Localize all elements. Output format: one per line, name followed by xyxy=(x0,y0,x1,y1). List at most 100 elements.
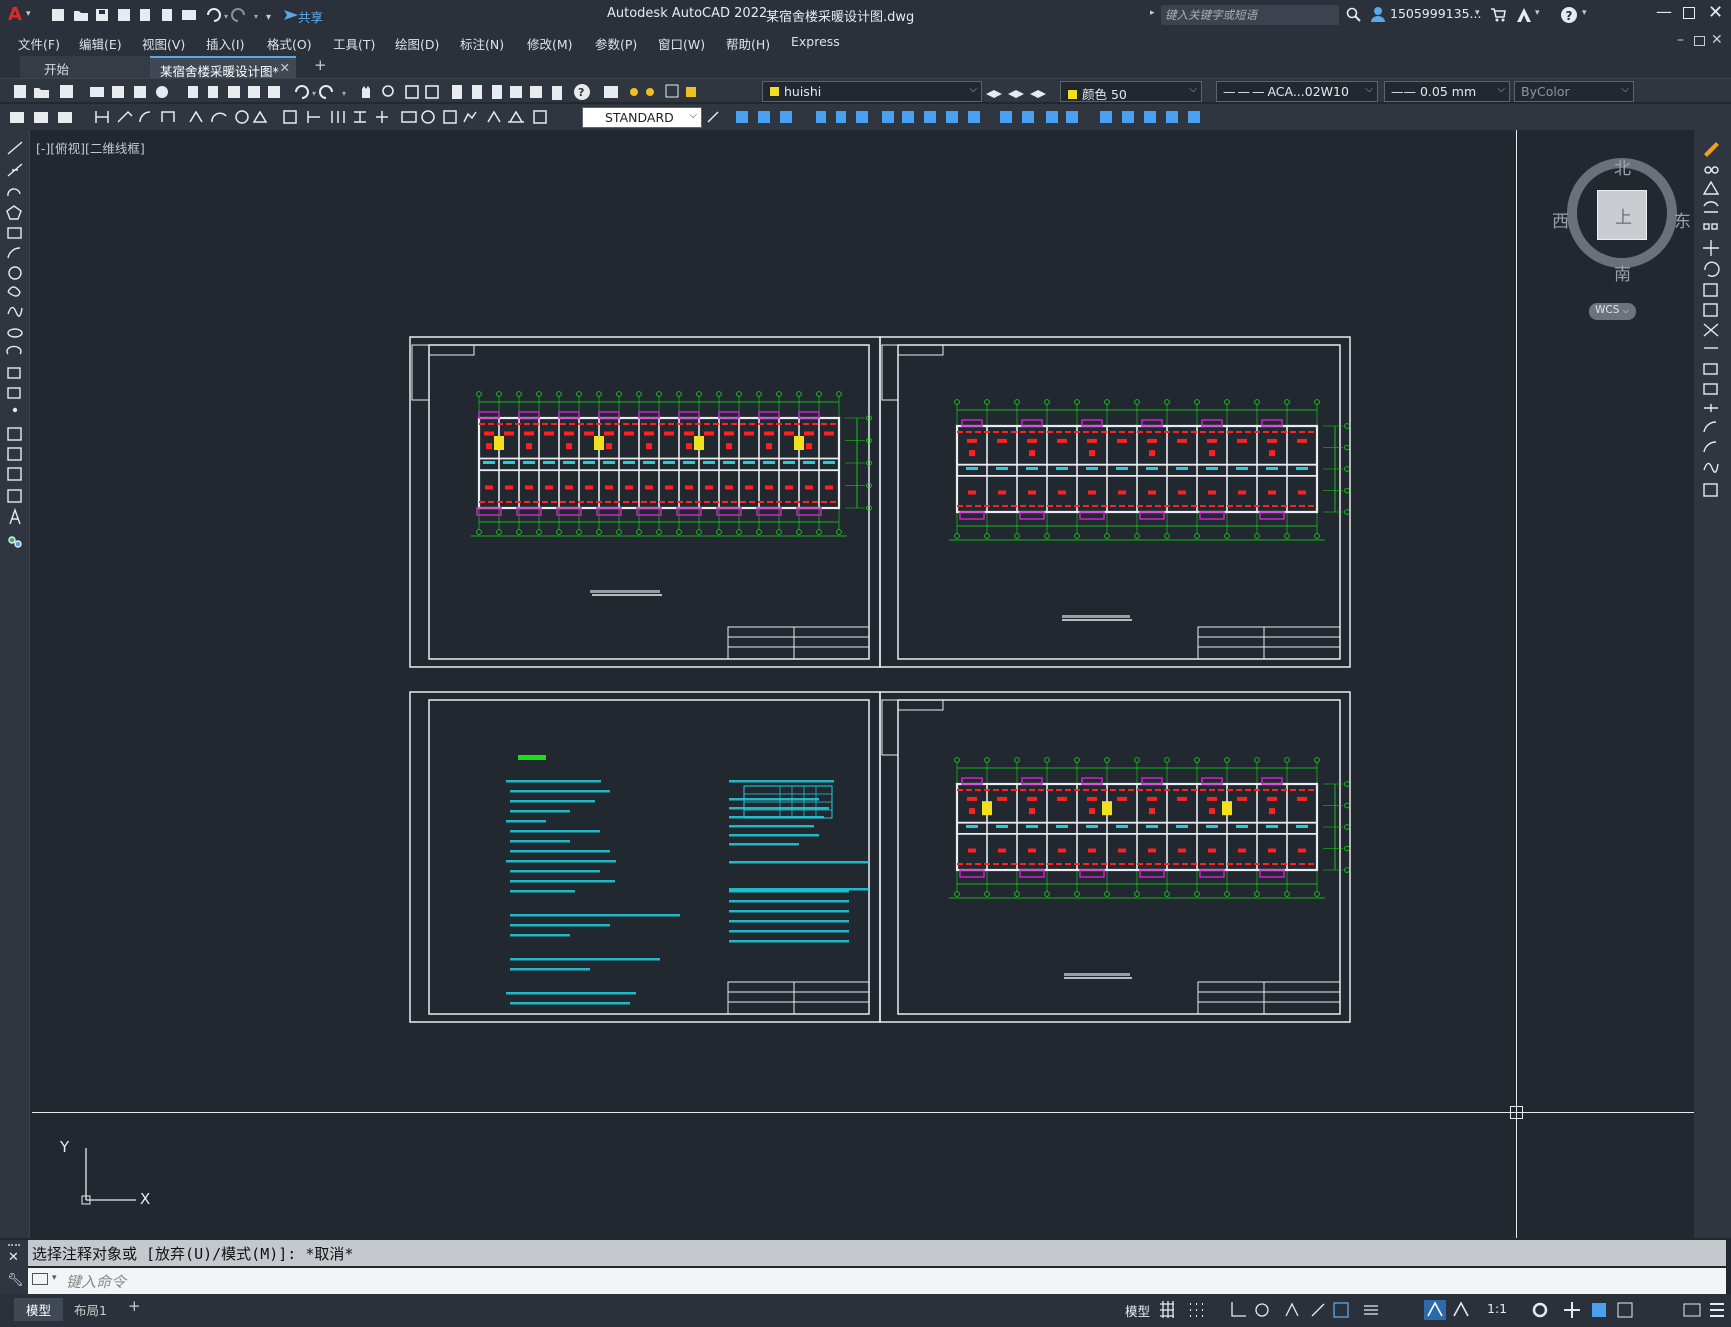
menu-dimension[interactable]: 标注(N) xyxy=(460,34,504,53)
annotation-scale[interactable]: 1:1 xyxy=(1487,1301,1507,1316)
maximize-button[interactable] xyxy=(1683,7,1695,19)
save-web-icon xyxy=(162,9,172,21)
close-window-button[interactable]: ✕ xyxy=(1708,2,1723,23)
svg-text:▾: ▾ xyxy=(312,89,316,98)
gear-icon xyxy=(1532,1302,1548,1318)
dimension-toolbar: STANDARD ⌵ xyxy=(0,104,1731,130)
plotstyle-dropdown[interactable]: ByColor ⌵ xyxy=(1514,81,1634,102)
modify-tool-icons[interactable] xyxy=(706,108,1216,126)
doc-close-button[interactable]: ✕ xyxy=(1711,32,1723,48)
close-command-icon[interactable]: ✕ xyxy=(8,1250,19,1265)
standard-toolbar: ▾ ▾ ? huishi ⌵ 颜色 50 ⌵ — — — ACA...02W10… xyxy=(0,78,1731,102)
tab-layout1[interactable]: 布局1 xyxy=(74,1300,107,1319)
linetype-dropdown[interactable]: — — — ACA...02W10 ⌵ xyxy=(1216,81,1378,102)
saveas-icon xyxy=(118,9,130,21)
status-right-icons[interactable] xyxy=(1530,1299,1730,1321)
menu-help[interactable]: 帮助(H) xyxy=(726,34,770,53)
command-prompt-icon[interactable] xyxy=(32,1273,48,1285)
menu-format[interactable]: 格式(O) xyxy=(267,34,312,53)
drawing-canvas[interactable]: [-][俯视][二维线框] 上 北 南 东 西 WCS ⌵ Y X xyxy=(32,130,1694,1238)
viewcube[interactable]: 上 北 南 东 西 xyxy=(1552,150,1692,300)
menu-file[interactable]: 文件(F) xyxy=(18,34,60,53)
model-space-button[interactable]: 模型 xyxy=(1125,1301,1150,1320)
modify-side-icons[interactable] xyxy=(1702,140,1724,670)
compass-south[interactable]: 南 xyxy=(1614,260,1631,285)
svg-text:▾: ▾ xyxy=(342,89,346,98)
extents-line-vertical xyxy=(1516,130,1517,1238)
quick-access-toolbar: ▾ ▾ ▾ xyxy=(52,7,312,27)
draw-tool-icons[interactable] xyxy=(6,140,26,610)
command-line-handle[interactable]: ✕ 🔧︎ xyxy=(0,1240,28,1294)
close-tab-icon[interactable]: ✕ xyxy=(280,60,290,75)
menu-modify[interactable]: 修改(M) xyxy=(527,34,573,53)
tab-model[interactable]: 模型 xyxy=(14,1298,64,1321)
search-expand-icon[interactable]: ▸ xyxy=(1150,8,1155,18)
new-icon xyxy=(52,9,64,21)
ucs-x-label: X xyxy=(140,1190,151,1208)
sheet-floor-plan-3 xyxy=(879,691,1351,1023)
add-layout-button[interactable]: + xyxy=(128,1297,141,1315)
app-chevron-icon[interactable]: ▾ xyxy=(1535,8,1540,18)
sheet-floor-plan-1 xyxy=(409,336,881,668)
doc-minimize-button[interactable]: – xyxy=(1677,32,1684,48)
color-dropdown[interactable]: 颜色 50 ⌵ xyxy=(1060,81,1202,102)
command-history: 选择注释对象或 [放弃(U)/模式(M)]: *取消* xyxy=(28,1240,1726,1266)
compass-north[interactable]: 北 xyxy=(1614,154,1631,179)
lineweight-dropdown[interactable]: —— 0.05 mm ⌵ xyxy=(1384,81,1510,102)
chevron-down-icon: ⌵ xyxy=(969,84,977,95)
user-icon[interactable] xyxy=(1370,6,1386,22)
menu-view[interactable]: 视图(V) xyxy=(142,34,185,53)
user-account[interactable]: 1505999135... xyxy=(1390,6,1481,21)
help-icon[interactable]: ? xyxy=(1560,6,1578,24)
redo-icon xyxy=(231,8,245,22)
search-input[interactable]: 键入关键字或短语 xyxy=(1161,5,1339,25)
tab-start[interactable]: 开始 xyxy=(20,56,150,78)
command-input[interactable]: ▾ 键入命令 xyxy=(28,1268,1726,1294)
menu-draw[interactable]: 绘图(D) xyxy=(395,34,439,53)
autodesk-app-icon[interactable] xyxy=(1515,6,1533,24)
compass-west[interactable]: 西 xyxy=(1552,207,1569,232)
menu-edit[interactable]: 编辑(E) xyxy=(79,34,122,53)
status-tool-icons[interactable] xyxy=(1158,1300,1588,1320)
menu-express[interactable]: Express xyxy=(791,34,840,49)
chevron-down-icon: ⌵ xyxy=(689,110,697,121)
viewcube-top-face[interactable]: 上 xyxy=(1597,190,1647,240)
svg-text:?: ? xyxy=(578,86,584,99)
sheet-floor-plan-2 xyxy=(879,336,1351,668)
wcs-menu-button[interactable]: WCS ⌵ xyxy=(1589,303,1636,320)
menu-window[interactable]: 窗口(W) xyxy=(658,34,705,53)
menu-bar: 文件(F) 编辑(E) 视图(V) 插入(I) 格式(O) 工具(T) 绘图(D… xyxy=(0,30,1731,54)
textstyle-dropdown[interactable]: STANDARD ⌵ xyxy=(582,107,702,128)
user-chevron-icon[interactable]: ▾ xyxy=(1475,8,1480,18)
share-button[interactable]: 共享 xyxy=(298,7,323,26)
minimize-button[interactable]: — xyxy=(1656,2,1672,21)
share-icon xyxy=(284,10,298,20)
color-swatch xyxy=(1067,89,1078,100)
menu-parametric[interactable]: 参数(P) xyxy=(595,34,637,53)
doc-restore-button[interactable] xyxy=(1694,36,1705,46)
chevron-down-icon: ⌵ xyxy=(1365,84,1373,95)
layer-tool-icons[interactable] xyxy=(984,82,1054,100)
app-menu-chevron-icon[interactable]: ▾ xyxy=(26,9,31,19)
autocad-logo[interactable]: A xyxy=(8,4,22,25)
help-chevron-icon[interactable]: ▾ xyxy=(1582,8,1587,18)
file-title: 某宿舍楼采暖设计图.dwg xyxy=(766,10,915,25)
app-title: Autodesk AutoCAD 2022 xyxy=(607,6,768,21)
menu-insert[interactable]: 插入(I) xyxy=(206,34,244,53)
svg-text:?: ? xyxy=(1566,9,1573,23)
menu-tools[interactable]: 工具(T) xyxy=(333,34,375,53)
new-tab-button[interactable]: + xyxy=(314,56,327,74)
cart-icon[interactable] xyxy=(1490,7,1506,23)
search-icon[interactable] xyxy=(1346,7,1362,23)
ucs-y-label: Y xyxy=(60,1138,70,1156)
svg-text:▾: ▾ xyxy=(224,12,228,21)
compass-east[interactable]: 东 xyxy=(1674,207,1691,232)
layer-dropdown[interactable]: huishi ⌵ xyxy=(762,81,982,102)
layer-state-icons xyxy=(664,82,696,100)
status-bar: 模型 布局1 + 模型 1:1 xyxy=(0,1294,1731,1327)
customize-wrench-icon[interactable]: 🔧︎ xyxy=(7,1273,24,1288)
standard-tool-icons[interactable]: ▾ ▾ ? xyxy=(12,83,667,101)
tab-active-drawing[interactable]: 某宿舍楼采暖设计图* ✕ xyxy=(150,56,296,79)
dimension-tool-icons[interactable] xyxy=(8,108,578,126)
layer-color-swatch xyxy=(769,86,780,97)
